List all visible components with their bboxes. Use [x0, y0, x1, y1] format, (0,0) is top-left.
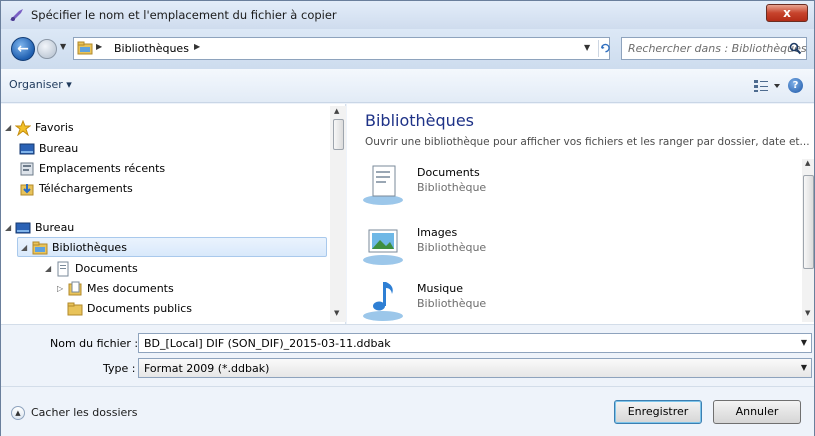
nav-item-public-documents[interactable]: Documents publics [67, 299, 327, 319]
desktop-icon [19, 143, 35, 155]
libraries-folder-icon [77, 41, 93, 55]
navigation-pane: ◢ Favoris Bureau Emplacements récents Té… [1, 104, 346, 324]
expand-arrow-icon[interactable]: ◢ [5, 123, 11, 132]
nav-item-my-documents[interactable]: ▷ Mes documents [57, 279, 317, 299]
images-library-icon [363, 229, 403, 265]
nav-scrollbar-thumb[interactable] [333, 119, 344, 150]
library-type: Bibliothèque [417, 297, 487, 310]
type-value: Format 2009 (*.ddbak) [144, 362, 270, 375]
command-bar: Organiser ▾ ? [1, 69, 814, 103]
library-name: Images [417, 226, 458, 239]
forward-button[interactable] [37, 39, 57, 59]
history-dropdown-icon[interactable]: ▼ [60, 42, 70, 54]
chevron-right-icon[interactable]: ▶ [96, 42, 102, 51]
scroll-down-icon[interactable]: ▼ [334, 309, 339, 317]
library-item-music[interactable]: Musique Bibliothèque [359, 276, 779, 324]
address-bar: ← ▼ ▶ Bibliothèques ▶ ▼ Rechercher dans … [1, 29, 814, 69]
library-item-images[interactable]: Images Bibliothèque [359, 220, 779, 268]
scroll-up-icon[interactable]: ▲ [334, 107, 339, 115]
nav-label: Bureau [39, 142, 79, 155]
documents-icon [57, 261, 69, 277]
nav-label: Documents [75, 262, 138, 275]
content-pane: Bibliothèques Ouvrir une bibliothèque po… [347, 104, 814, 324]
close-button[interactable]: x [766, 4, 808, 22]
scroll-down-icon[interactable]: ▼ [805, 309, 810, 317]
type-select[interactable]: Format 2009 (*.ddbak) ▼ [138, 358, 812, 378]
search-icon[interactable] [789, 42, 802, 55]
chevron-right-icon[interactable]: ▶ [194, 42, 200, 51]
page-description: Ouvrir une bibliothèque pour afficher vo… [365, 136, 810, 148]
nav-label: Téléchargements [39, 182, 133, 195]
filename-label: Nom du fichier : [50, 337, 139, 350]
my-documents-icon [68, 281, 82, 296]
nav-label: Favoris [35, 121, 74, 134]
nav-label: Emplacements récents [39, 162, 166, 175]
address-dropdown-icon[interactable]: ▼ [584, 43, 590, 52]
hide-folders-label[interactable]: Cacher les dossiers [31, 406, 138, 419]
save-form: Nom du fichier : BD_[Local] DIF (SON_DIF… [1, 324, 814, 436]
refresh-icon[interactable] [598, 40, 610, 57]
address-field[interactable]: ▶ Bibliothèques ▶ ▼ [73, 37, 610, 60]
close-icon: x [783, 6, 791, 20]
expand-arrow-icon[interactable]: ◢ [21, 243, 27, 252]
nav-label: Mes documents [87, 282, 174, 295]
view-options-icon[interactable] [753, 79, 781, 93]
cancel-button[interactable]: Annuler [713, 400, 801, 424]
back-button[interactable]: ← [11, 37, 35, 61]
divider [1, 386, 814, 387]
content-scrollbar-thumb[interactable] [803, 175, 814, 269]
library-type: Bibliothèque [417, 241, 487, 254]
window-title: Spécifier le nom et l'emplacement du fic… [31, 8, 337, 22]
nav-label: Bureau [35, 221, 75, 234]
collapsed-arrow-icon[interactable]: ▷ [57, 284, 63, 293]
search-input[interactable]: Rechercher dans : Bibliothèques [621, 37, 807, 60]
help-icon[interactable]: ? [788, 78, 803, 93]
arrow-left-icon: ← [17, 41, 29, 57]
save-button[interactable]: Enregistrer [614, 400, 702, 424]
filename-value[interactable]: BD_[Local] DIF (SON_DIF)_2015-03-11.ddba… [144, 337, 391, 350]
breadcrumb-libraries[interactable]: Bibliothèques [114, 42, 189, 55]
music-library-icon [363, 282, 403, 321]
search-placeholder: Rechercher dans : Bibliothèques [628, 42, 807, 55]
organise-button[interactable]: Organiser ▾ [9, 78, 72, 91]
nav-label: Bibliothèques [52, 241, 127, 254]
nav-label: Documents publics [87, 302, 193, 315]
recent-places-icon [20, 162, 34, 176]
expand-arrow-icon[interactable]: ◢ [5, 223, 11, 232]
library-type: Bibliothèque [417, 181, 487, 194]
documents-library-icon [363, 165, 403, 205]
library-name: Musique [417, 282, 463, 295]
type-label: Type : [103, 362, 136, 375]
filename-field[interactable]: BD_[Local] DIF (SON_DIF)_2015-03-11.ddba… [138, 333, 812, 353]
library-name: Documents [417, 166, 480, 179]
star-icon [15, 120, 31, 136]
chevron-down-icon[interactable]: ▼ [801, 338, 807, 347]
downloads-folder-icon [20, 184, 34, 196]
folder-icon [67, 302, 83, 316]
expand-arrow-icon[interactable]: ◢ [45, 264, 51, 273]
save-dialog: Spécifier le nom et l'emplacement du fic… [0, 0, 815, 436]
title-bar: Spécifier le nom et l'emplacement du fic… [1, 1, 814, 29]
libraries-folder-icon [32, 241, 48, 255]
nav-item-bureau[interactable]: ◢ Bureau [5, 218, 305, 238]
library-item-documents[interactable]: Documents Bibliothèque [359, 160, 779, 208]
nav-item-recent-places[interactable]: Emplacements récents [19, 159, 319, 179]
nav-item-favorites[interactable]: ◢ Favoris [5, 118, 305, 138]
desktop-icon [15, 222, 31, 234]
nav-item-downloads[interactable]: Téléchargements [19, 179, 319, 199]
nav-item-libraries[interactable]: ◢ Bibliothèques [17, 237, 327, 257]
nav-item-documents[interactable]: ◢ Documents [45, 259, 305, 279]
chevron-up-icon[interactable]: ▲ [11, 406, 25, 420]
app-icon [10, 9, 23, 21]
page-title: Bibliothèques [365, 111, 474, 130]
chevron-down-icon[interactable]: ▼ [801, 363, 807, 372]
nav-item-bureau-fav[interactable]: Bureau [19, 139, 319, 159]
scroll-up-icon[interactable]: ▲ [805, 159, 810, 167]
